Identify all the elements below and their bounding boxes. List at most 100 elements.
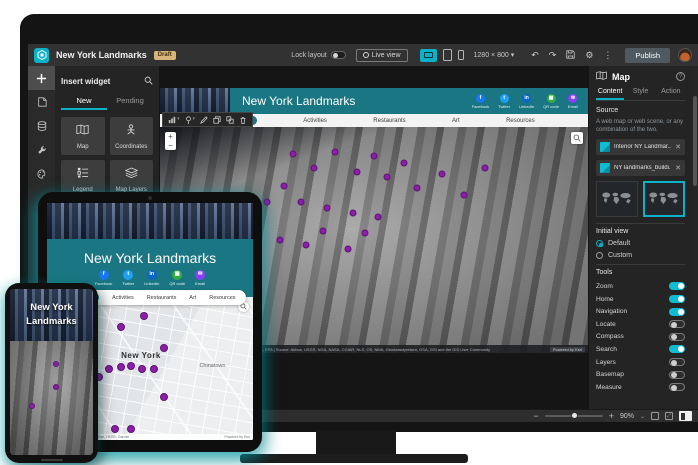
toggle-panel-icon[interactable] (679, 411, 692, 421)
widget-duplicate-icon[interactable] (226, 116, 234, 124)
twitter-link[interactable]: tTwitter (122, 270, 134, 286)
fit-to-window-icon[interactable] (651, 412, 659, 420)
qr-code-link[interactable]: ▦QR code (169, 270, 185, 286)
qr-code-link[interactable]: ▦QR code (543, 94, 559, 109)
landmark-marker[interactable] (371, 153, 378, 160)
tools-wrench-tool[interactable] (28, 138, 55, 162)
user-avatar[interactable] (678, 48, 692, 62)
nav-tab-activities[interactable]: Activities (112, 295, 134, 301)
settings-gear-icon[interactable]: ⚙ (585, 51, 593, 60)
publish-button[interactable]: Publish (625, 48, 670, 63)
landmark-marker[interactable] (400, 160, 407, 167)
map-zoom-control[interactable]: +− (165, 132, 176, 150)
measure-toggle[interactable] (669, 383, 685, 391)
device-phone-button[interactable] (458, 50, 464, 60)
landmark-marker[interactable] (117, 363, 125, 371)
redo-icon[interactable]: ↷ (549, 51, 557, 60)
remove-source-icon[interactable]: ✕ (675, 143, 681, 151)
source-item-1[interactable]: Interior NY Landmar... ✕ (596, 139, 685, 155)
landmark-marker[interactable] (53, 361, 59, 367)
landmark-marker[interactable] (138, 365, 146, 373)
landmark-marker[interactable] (117, 323, 125, 331)
phone-scene-3d-map[interactable] (10, 341, 93, 455)
widget-edit-icon[interactable] (200, 116, 208, 124)
widget-copy-icon[interactable] (213, 116, 221, 124)
landmark-marker[interactable] (460, 191, 467, 198)
lock-layout-toggle[interactable] (331, 51, 346, 59)
landmark-marker[interactable] (413, 185, 420, 192)
landmark-marker[interactable] (345, 246, 352, 253)
zoom-in-icon[interactable]: + (609, 412, 614, 421)
zoom-toggle[interactable] (669, 282, 685, 290)
undo-icon[interactable]: ↶ (531, 51, 539, 60)
scene-thumbnail-2-selected[interactable] (643, 181, 685, 217)
landmark-marker[interactable] (140, 312, 148, 320)
landmark-marker[interactable] (349, 209, 356, 216)
linkedin-link[interactable]: inLinkedIn (144, 270, 159, 286)
map-search-button[interactable] (571, 132, 583, 144)
landmark-marker[interactable] (298, 198, 305, 205)
landmark-marker[interactable] (264, 198, 271, 205)
landmark-marker[interactable] (276, 237, 283, 244)
home-toggle[interactable] (669, 295, 685, 303)
help-icon[interactable]: ? (676, 72, 685, 81)
widget-tile-map[interactable]: Map (61, 117, 105, 155)
actual-size-icon[interactable]: ⤢ (665, 412, 673, 420)
landmark-marker[interactable] (160, 344, 168, 352)
landmark-marker[interactable] (439, 171, 446, 178)
landmark-marker[interactable] (111, 425, 119, 433)
nav-tab-resources[interactable]: Resources (506, 118, 535, 124)
landmark-marker[interactable] (353, 169, 360, 176)
zoom-slider-handle[interactable] (571, 412, 578, 419)
tab-pending[interactable]: Pending (107, 96, 153, 110)
nav-tab-restaurants[interactable]: Restaurants (147, 295, 177, 301)
zoom-caret-icon[interactable]: ⌄ (640, 413, 645, 420)
radio-custom[interactable]: Custom (596, 252, 685, 259)
email-link[interactable]: ✉Email (568, 94, 578, 109)
landmark-marker[interactable] (150, 365, 158, 373)
landmark-marker[interactable] (323, 205, 330, 212)
search-toggle[interactable] (669, 345, 685, 353)
save-icon[interactable] (566, 50, 575, 61)
tab-style[interactable]: Style (626, 88, 654, 100)
more-menu-icon[interactable]: ⋮ (603, 51, 612, 60)
landmark-marker[interactable] (375, 214, 382, 221)
landmark-marker[interactable] (281, 182, 288, 189)
landmark-marker[interactable] (127, 362, 135, 370)
landmark-marker[interactable] (53, 384, 59, 390)
insert-widget-tool[interactable] (28, 66, 55, 90)
nav-tab-resources[interactable]: Resources (209, 295, 235, 301)
email-link[interactable]: ✉Email (195, 270, 205, 286)
compass-toggle[interactable] (669, 333, 685, 341)
widget-pin-dropdown-icon[interactable]: ▾ (185, 116, 196, 124)
zoom-slider[interactable] (545, 415, 603, 417)
scene-thumbnail-1[interactable] (596, 181, 638, 217)
device-tablet-button[interactable] (443, 49, 452, 61)
nav-tab-art[interactable]: Art (452, 118, 460, 124)
landmark-marker[interactable] (127, 425, 135, 433)
tab-new[interactable]: New (61, 96, 107, 110)
landmark-marker[interactable] (362, 230, 369, 237)
source-item-2[interactable]: NY landmarks_buildi... ✕ (596, 160, 685, 176)
device-desktop-button[interactable] (420, 49, 437, 62)
widget-delete-icon[interactable] (239, 116, 247, 124)
theme-palette-tool[interactable] (28, 162, 55, 186)
resolution-selector[interactable]: 1280 × 800 ▾ (474, 51, 515, 59)
landmark-marker[interactable] (160, 393, 168, 401)
page-tool[interactable] (28, 90, 55, 114)
landmark-marker[interactable] (29, 403, 35, 409)
landmark-marker[interactable] (302, 241, 309, 248)
data-tool[interactable] (28, 114, 55, 138)
panel-scrollbar[interactable] (692, 66, 698, 409)
widget-layers-dropdown-icon[interactable]: ▾ (168, 116, 180, 124)
navigation-toggle[interactable] (669, 308, 685, 316)
radio-default[interactable]: Default (596, 240, 685, 247)
locate-toggle[interactable] (669, 320, 685, 328)
nav-tab-art[interactable]: Art (189, 295, 196, 301)
basemap-toggle[interactable] (669, 371, 685, 379)
remove-source-icon[interactable]: ✕ (675, 164, 681, 172)
nav-tab-activities[interactable]: Activities (303, 118, 327, 124)
linkedin-link[interactable]: inLinkedIn (519, 94, 534, 109)
tab-content[interactable]: Content (596, 88, 624, 100)
landmark-marker[interactable] (105, 365, 113, 373)
